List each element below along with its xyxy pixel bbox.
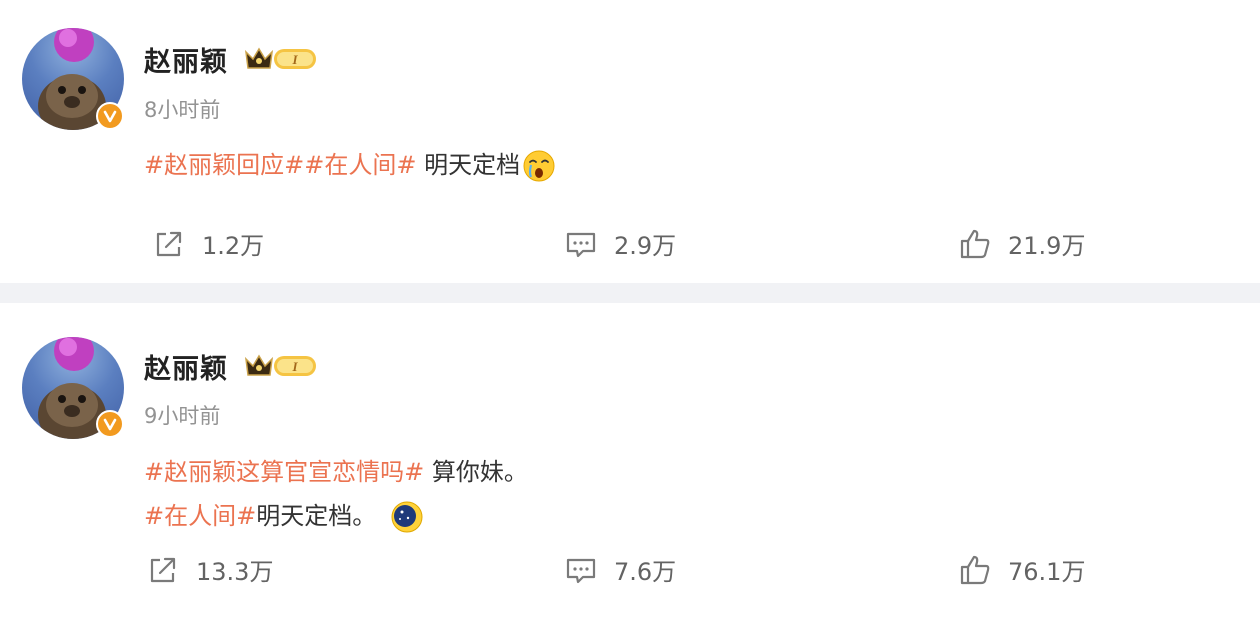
- post-text-body: 明天定档: [416, 151, 521, 179]
- comment-button[interactable]: 7.6万: [564, 552, 676, 587]
- post-time[interactable]: 8小时前: [144, 94, 220, 124]
- like-icon: [960, 229, 990, 258]
- comment-count: 2.9万: [614, 232, 677, 260]
- topic-link[interactable]: #赵丽颖回应#: [144, 151, 304, 179]
- like-icon: [960, 555, 990, 584]
- post-card: 赵丽颖 I 8小时前 #赵丽颖回应##在人间# 明天定档 1.2万 2.9万 2…: [0, 0, 1260, 283]
- share-count: 1.2万: [202, 232, 265, 260]
- badge-level: I: [291, 52, 298, 67]
- share-count: 13.3万: [196, 558, 274, 586]
- crown-badge-icon[interactable]: I: [244, 351, 320, 381]
- topic-link[interactable]: #赵丽颖这算官宣恋情吗#: [144, 458, 424, 486]
- topic-link[interactable]: #在人间#: [304, 151, 416, 179]
- like-count: 76.1万: [1008, 558, 1086, 586]
- topic-link[interactable]: #在人间#: [144, 502, 256, 530]
- crown-badge-icon[interactable]: I: [244, 44, 320, 74]
- post-text: #赵丽颖回应##在人间# 明天定档: [144, 145, 556, 183]
- share-button[interactable]: 1.2万: [152, 226, 264, 261]
- comment-button[interactable]: 2.9万: [564, 226, 676, 261]
- post-text: #赵丽颖这算官宣恋情吗# 算你妹。: [144, 452, 528, 487]
- verified-icon: [96, 102, 124, 130]
- share-icon: [150, 557, 176, 582]
- comment-icon: [566, 558, 596, 583]
- badge-level: I: [291, 359, 298, 374]
- crying-face-emoji: [523, 150, 555, 182]
- share-button[interactable]: 13.3万: [146, 552, 273, 587]
- user-name[interactable]: 赵丽颖: [144, 40, 228, 79]
- post-text-body: 算你妹。: [424, 458, 528, 486]
- comment-icon: [566, 232, 596, 257]
- share-icon: [156, 231, 182, 256]
- comment-count: 7.6万: [614, 558, 677, 586]
- moon-night-emoji: [391, 501, 423, 533]
- post-text-body: 明天定档。: [256, 502, 377, 530]
- verified-icon: [96, 410, 124, 438]
- post-divider: [0, 283, 1260, 303]
- like-button[interactable]: 76.1万: [958, 552, 1085, 587]
- user-name[interactable]: 赵丽颖: [144, 347, 228, 386]
- post-text: #在人间#明天定档。: [144, 496, 424, 534]
- post-time[interactable]: 9小时前: [144, 400, 220, 430]
- post-card: 赵丽颖 I 9小时前 #赵丽颖这算官宣恋情吗# 算你妹。 #在人间#明天定档。 …: [0, 303, 1260, 634]
- like-count: 21.9万: [1008, 232, 1086, 260]
- like-button[interactable]: 21.9万: [958, 226, 1085, 261]
